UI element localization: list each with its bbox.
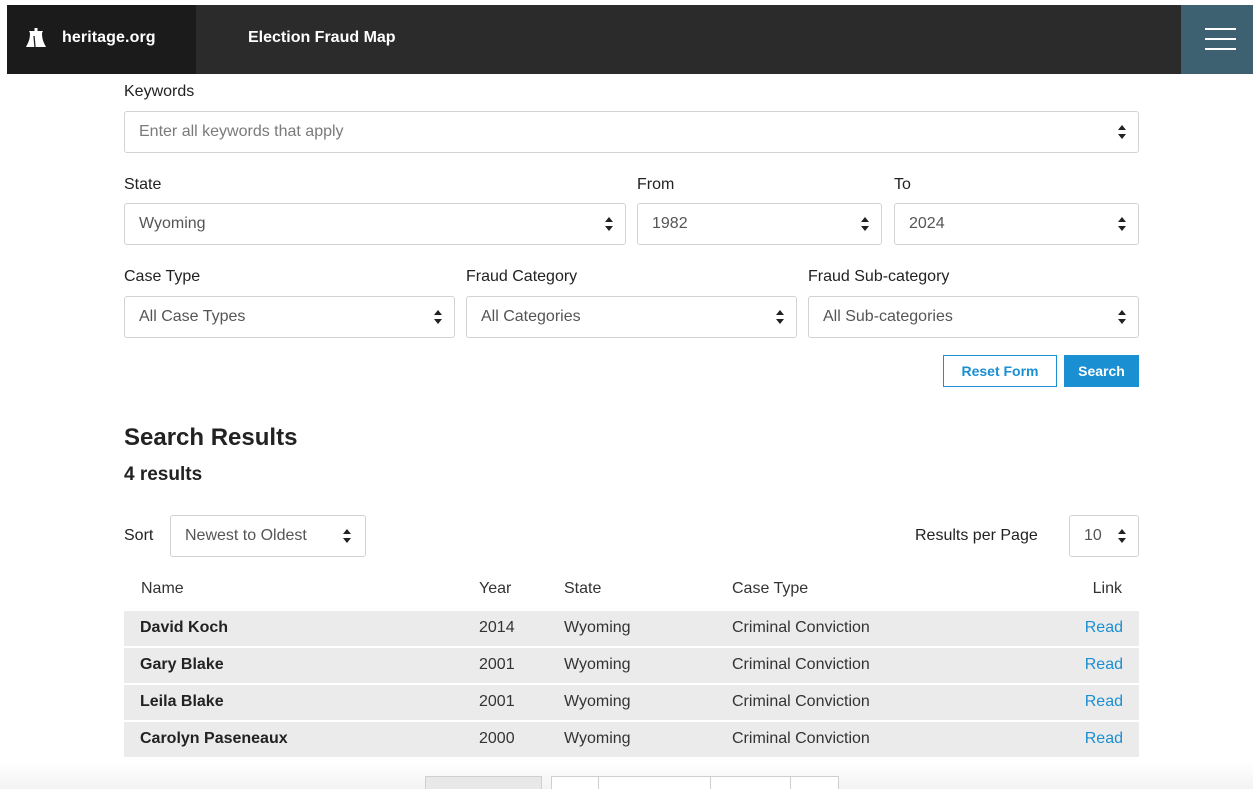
pagination-button[interactable]: [551, 776, 599, 789]
case-name: Leila Blake: [140, 693, 224, 710]
up-down-caret-icon: [1118, 529, 1126, 543]
table-row: Carolyn Paseneaux 2000 Wyoming Criminal …: [124, 722, 1139, 757]
sort-label: Sort: [124, 527, 154, 544]
pagination-button[interactable]: [598, 776, 711, 789]
case-year: 2001: [479, 693, 515, 710]
state-label: State: [124, 176, 162, 193]
hamburger-menu-button[interactable]: [1181, 5, 1253, 74]
keywords-select[interactable]: Enter all keywords that apply: [124, 111, 1139, 153]
sort-select[interactable]: Newest to Oldest: [170, 515, 366, 557]
read-link[interactable]: Read: [1085, 656, 1123, 674]
pagination-button[interactable]: [710, 776, 791, 789]
search-results-heading: Search Results: [124, 424, 298, 451]
fraud-subcategory-value: All Sub-categories: [823, 308, 953, 325]
sort-value: Newest to Oldest: [185, 527, 307, 544]
case-type: Criminal Conviction: [732, 656, 870, 673]
case-year: 2000: [479, 730, 515, 747]
state-select[interactable]: Wyoming: [124, 203, 626, 245]
case-type-label: Case Type: [124, 268, 201, 285]
hamburger-menu-icon: [1205, 28, 1236, 30]
results-per-page-select[interactable]: 10: [1069, 515, 1139, 557]
top-navigation-bar: heritage.org Election Fraud Map: [7, 5, 1181, 74]
column-header-state: State: [564, 580, 602, 597]
case-state: Wyoming: [564, 619, 631, 636]
results-per-page-label: Results per Page: [915, 527, 1038, 544]
table-row: Leila Blake 2001 Wyoming Criminal Convic…: [124, 685, 1139, 720]
pagination-button[interactable]: [790, 776, 839, 789]
case-state: Wyoming: [564, 730, 631, 747]
reset-form-button[interactable]: Reset Form: [943, 355, 1057, 387]
up-down-caret-icon: [861, 217, 869, 231]
state-value: Wyoming: [139, 215, 206, 232]
case-type: Criminal Conviction: [732, 619, 870, 636]
table-row: Gary Blake 2001 Wyoming Criminal Convict…: [124, 648, 1139, 683]
up-down-caret-icon: [776, 310, 784, 324]
case-name: Gary Blake: [140, 656, 224, 673]
up-down-caret-icon: [1118, 125, 1126, 139]
up-down-caret-icon: [1118, 217, 1126, 231]
case-type: Criminal Conviction: [732, 730, 870, 747]
read-link[interactable]: Read: [1085, 693, 1123, 711]
up-down-caret-icon: [343, 529, 351, 543]
up-down-caret-icon: [434, 310, 442, 324]
table-row: David Koch 2014 Wyoming Criminal Convict…: [124, 611, 1139, 646]
from-year-select[interactable]: 1982: [637, 203, 882, 245]
per-page-value: 10: [1084, 527, 1102, 544]
case-type-select[interactable]: All Case Types: [124, 296, 455, 338]
fraud-category-label: Fraud Category: [466, 268, 578, 285]
pagination-button[interactable]: [425, 776, 542, 789]
keywords-placeholder: Enter all keywords that apply: [139, 123, 344, 140]
case-year: 2014: [479, 619, 515, 636]
to-label: To: [894, 176, 911, 193]
app-title[interactable]: Election Fraud Map: [248, 29, 396, 47]
fraud-subcategory-label: Fraud Sub-category: [808, 268, 950, 285]
from-label: From: [637, 176, 675, 193]
brand-name: heritage.org: [62, 29, 156, 46]
brand-link[interactable]: heritage.org: [7, 5, 196, 74]
column-header-link: Link: [1092, 580, 1122, 597]
column-header-case-type: Case Type: [732, 580, 809, 597]
read-link[interactable]: Read: [1085, 619, 1123, 637]
to-value: 2024: [909, 215, 945, 232]
case-state: Wyoming: [564, 693, 631, 710]
case-name: David Koch: [140, 619, 229, 636]
up-down-caret-icon: [1118, 310, 1126, 324]
up-down-caret-icon: [605, 217, 613, 231]
fraud-subcategory-select[interactable]: All Sub-categories: [808, 296, 1139, 338]
case-state: Wyoming: [564, 656, 631, 673]
case-year: 2001: [479, 656, 515, 673]
case-type-value: All Case Types: [139, 308, 246, 325]
to-year-select[interactable]: 2024: [894, 203, 1139, 245]
liberty-bell-icon: [26, 28, 46, 48]
from-value: 1982: [652, 215, 688, 232]
search-button[interactable]: Search: [1064, 355, 1139, 387]
column-header-year: Year: [479, 580, 512, 597]
case-type: Criminal Conviction: [732, 693, 870, 710]
fraud-category-select[interactable]: All Categories: [466, 296, 797, 338]
results-count: 4 results: [124, 464, 203, 485]
case-name: Carolyn Paseneaux: [140, 730, 288, 747]
read-link[interactable]: Read: [1085, 730, 1123, 748]
column-header-name: Name: [141, 580, 184, 597]
fraud-category-value: All Categories: [481, 308, 581, 325]
keywords-label: Keywords: [124, 83, 195, 100]
